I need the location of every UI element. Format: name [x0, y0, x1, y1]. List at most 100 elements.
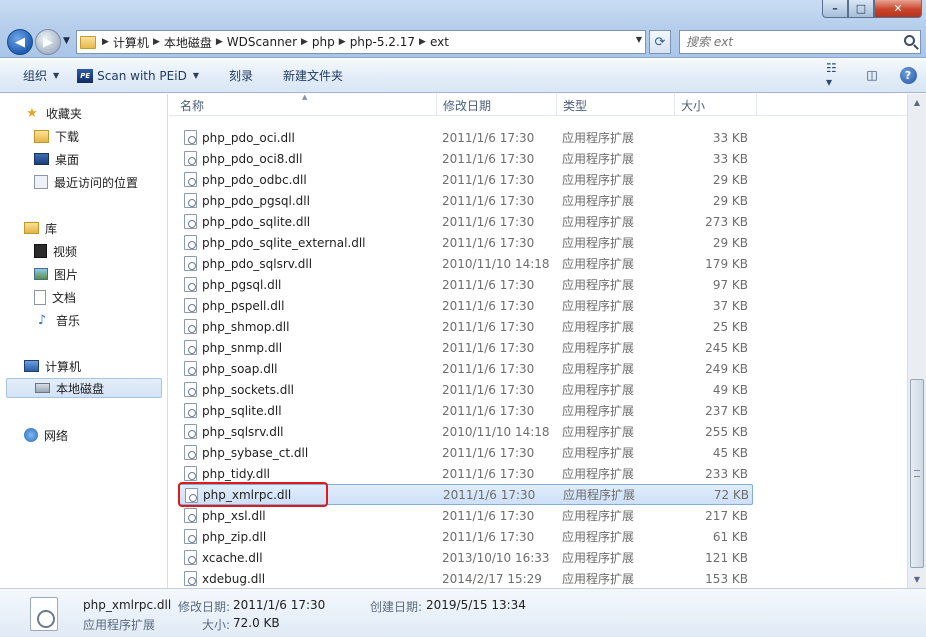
minimize-button[interactable]: – [822, 0, 848, 18]
table-row[interactable]: php_snmp.dll 2011/1/6 17:30 应用程序扩展 245 KB [179, 337, 753, 358]
table-row[interactable]: php_pdo_sqlite.dll 2011/1/6 17:30 应用程序扩展 27… [179, 211, 753, 232]
table-row[interactable]: php_pgsql.dll 2011/1/6 17:30 应用程序扩展 97 KB [179, 274, 753, 295]
file-type: 应用程序扩展 [562, 572, 635, 586]
address-bar[interactable]: ▶ 计算机 ▶ 本地磁盘 ▶ WDScanner ▶ php ▶ php-5.2… [76, 30, 646, 54]
breadcrumb-separator-icon[interactable]: ▶ [149, 37, 164, 47]
file-size: 37 KB [712, 298, 748, 313]
table-row[interactable]: php_pdo_oci8.dll 2011/1/6 17:30 应用程序扩展 33 K… [179, 148, 753, 169]
burn-button[interactable]: 刻录 [220, 64, 262, 88]
table-row[interactable]: php_pdo_odbc.dll 2011/1/6 17:30 应用程序扩展 29 K… [179, 169, 753, 190]
nav-label: 文档 [52, 290, 77, 305]
breadcrumb-ext[interactable]: ext [430, 35, 449, 49]
breadcrumb-local-disk[interactable]: 本地磁盘 [164, 34, 212, 51]
file-date: 2011/1/6 17:30 [442, 529, 535, 544]
table-row[interactable]: php_sqlite.dll 2011/1/6 17:30 应用程序扩展 237 KB [179, 400, 753, 421]
file-name: php_soap.dll [202, 361, 278, 376]
nav-libraries[interactable]: 库 [24, 218, 57, 238]
nav-network[interactable]: 网络 [24, 425, 68, 445]
organize-button[interactable]: 组织 ▼ [14, 64, 68, 88]
details-type: 应用程序扩展 [83, 618, 156, 632]
new-folder-button[interactable]: 新建文件夹 [274, 64, 352, 88]
table-row-partial[interactable] [179, 106, 753, 127]
preview-pane-button[interactable]: ◫ [862, 65, 882, 85]
file-date: 2010/11/10 14:18 [442, 424, 550, 439]
breadcrumb-computer[interactable]: 计算机 [113, 34, 149, 51]
nav-recent-places[interactable]: 最近访问的位置 [34, 172, 138, 192]
back-button[interactable]: ◀ [7, 29, 33, 55]
table-row[interactable]: php_soap.dll 2011/1/6 17:30 应用程序扩展 249 KB [179, 358, 753, 379]
nav-downloads[interactable]: 下载 [34, 126, 79, 146]
dll-file-icon [184, 214, 197, 229]
nav-pictures[interactable]: 图片 [34, 264, 78, 284]
dll-file-icon [184, 172, 197, 187]
table-row[interactable]: php_sybase_ct.dll 2011/1/6 17:30 应用程序扩展 45 … [179, 442, 753, 463]
table-row[interactable]: php_sqlsrv.dll 2010/11/10 14:18 应用程序扩展 255 … [179, 421, 753, 442]
breadcrumb-php-version[interactable]: php-5.2.17 [350, 35, 415, 49]
forward-button[interactable]: ▶ [35, 29, 61, 55]
chevron-down-icon: ▼ [53, 71, 60, 80]
breadcrumb-separator-icon[interactable]: ▶ [98, 37, 113, 47]
address-dropdown-icon[interactable]: ▼ [636, 35, 642, 44]
close-button[interactable]: ✕ [874, 0, 922, 18]
search-input[interactable] [686, 35, 896, 49]
annotation-highlight-box [178, 482, 328, 507]
table-row[interactable]: php_pdo_oci.dll 2011/1/6 17:30 应用程序扩展 33 KB [179, 127, 753, 148]
scrollbar-thumb[interactable] [910, 379, 924, 568]
maximize-button[interactable]: □ [848, 0, 874, 18]
help-button[interactable]: ? [898, 65, 918, 85]
table-row[interactable]: xcache.dll 2013/10/10 16:33 应用程序扩展 121 KB [179, 547, 753, 568]
recent-pages-dropdown-icon[interactable]: ▼ [63, 36, 70, 46]
scroll-down-icon[interactable]: ▼ [908, 571, 926, 588]
breadcrumb-wdscanner[interactable]: WDScanner [227, 35, 297, 49]
table-row[interactable]: php_sockets.dll 2011/1/6 17:30 应用程序扩展 49 KB [179, 379, 753, 400]
table-row[interactable]: xdebug.dll 2014/2/17 15:29 应用程序扩展 153 KB [179, 568, 753, 588]
nav-label: 视频 [53, 244, 78, 259]
file-size: 237 KB [705, 403, 748, 418]
dll-file-icon [184, 466, 197, 481]
details-pane: php_xmlrpc.dll 修改日期: 2011/1/6 17:30 创建日期… [0, 588, 926, 637]
nav-videos[interactable]: 视频 [34, 241, 77, 261]
nav-local-disk[interactable]: 本地磁盘 [6, 378, 162, 398]
table-row[interactable]: php_shmop.dll 2011/1/6 17:30 应用程序扩展 25 KB [179, 316, 753, 337]
table-row[interactable]: php_pdo_sqlite_external.dll 2011/1/6 17:3… [179, 232, 753, 253]
recent-places-icon [34, 175, 48, 189]
dll-file-icon [184, 571, 197, 586]
refresh-button[interactable]: ⟳ [649, 30, 671, 54]
table-row[interactable]: php_zip.dll 2011/1/6 17:30 应用程序扩展 61 KB [179, 526, 753, 547]
breadcrumb-separator-icon[interactable]: ▶ [297, 37, 312, 47]
document-icon [34, 289, 46, 305]
vertical-scrollbar[interactable]: ▲ ▼ [907, 94, 926, 588]
search-box[interactable] [679, 30, 921, 54]
scan-with-peid-button[interactable]: PE Scan with PEiD ▼ [68, 64, 208, 88]
breadcrumb-php[interactable]: php [312, 35, 335, 49]
nav-computer[interactable]: 计算机 [24, 356, 81, 376]
file-size: 33 KB [712, 151, 748, 166]
dll-file-icon [184, 382, 197, 397]
details-size-value: 72.0 KB [233, 616, 280, 630]
dll-file-icon [184, 277, 197, 292]
nav-favorites[interactable]: ★ 收藏夹 [24, 103, 82, 123]
breadcrumb-separator-icon[interactable]: ▶ [212, 37, 227, 47]
table-row[interactable]: php_pspell.dll 2011/1/6 17:30 应用程序扩展 37 KB [179, 295, 753, 316]
nav-documents[interactable]: 文档 [34, 287, 76, 307]
peid-label: Scan with PEiD [97, 68, 187, 83]
file-name: php_pspell.dll [202, 298, 285, 313]
search-icon[interactable] [904, 35, 915, 46]
table-row[interactable]: php_pdo_pgsql.dll 2011/1/6 17:30 应用程序扩展 29 … [179, 190, 753, 211]
table-row[interactable]: php_pdo_sqlsrv.dll 2010/11/10 14:18 应用程序扩展… [179, 253, 753, 274]
nav-music[interactable]: ♪ 音乐 [34, 310, 80, 330]
scroll-up-icon[interactable]: ▲ [908, 94, 926, 111]
file-name: php_xsl.dll [202, 508, 266, 523]
view-options-button[interactable]: ☷ ▾ [826, 61, 846, 89]
breadcrumb-separator-icon[interactable]: ▶ [335, 37, 350, 47]
table-row[interactable]: php_tidy.dll 2011/1/6 17:30 应用程序扩展 233 KB [179, 463, 753, 484]
file-type: 应用程序扩展 [562, 299, 635, 313]
file-size: 245 KB [705, 340, 748, 355]
file-date: 2011/1/6 17:30 [442, 361, 535, 376]
table-row[interactable]: php_xsl.dll 2011/1/6 17:30 应用程序扩展 217 KB [179, 505, 753, 526]
nav-desktop[interactable]: 桌面 [34, 149, 79, 169]
file-date: 2011/1/6 17:30 [442, 193, 535, 208]
file-size: 121 KB [705, 550, 748, 565]
refresh-icon: ⟳ [654, 34, 666, 50]
breadcrumb-separator-icon[interactable]: ▶ [415, 37, 430, 47]
